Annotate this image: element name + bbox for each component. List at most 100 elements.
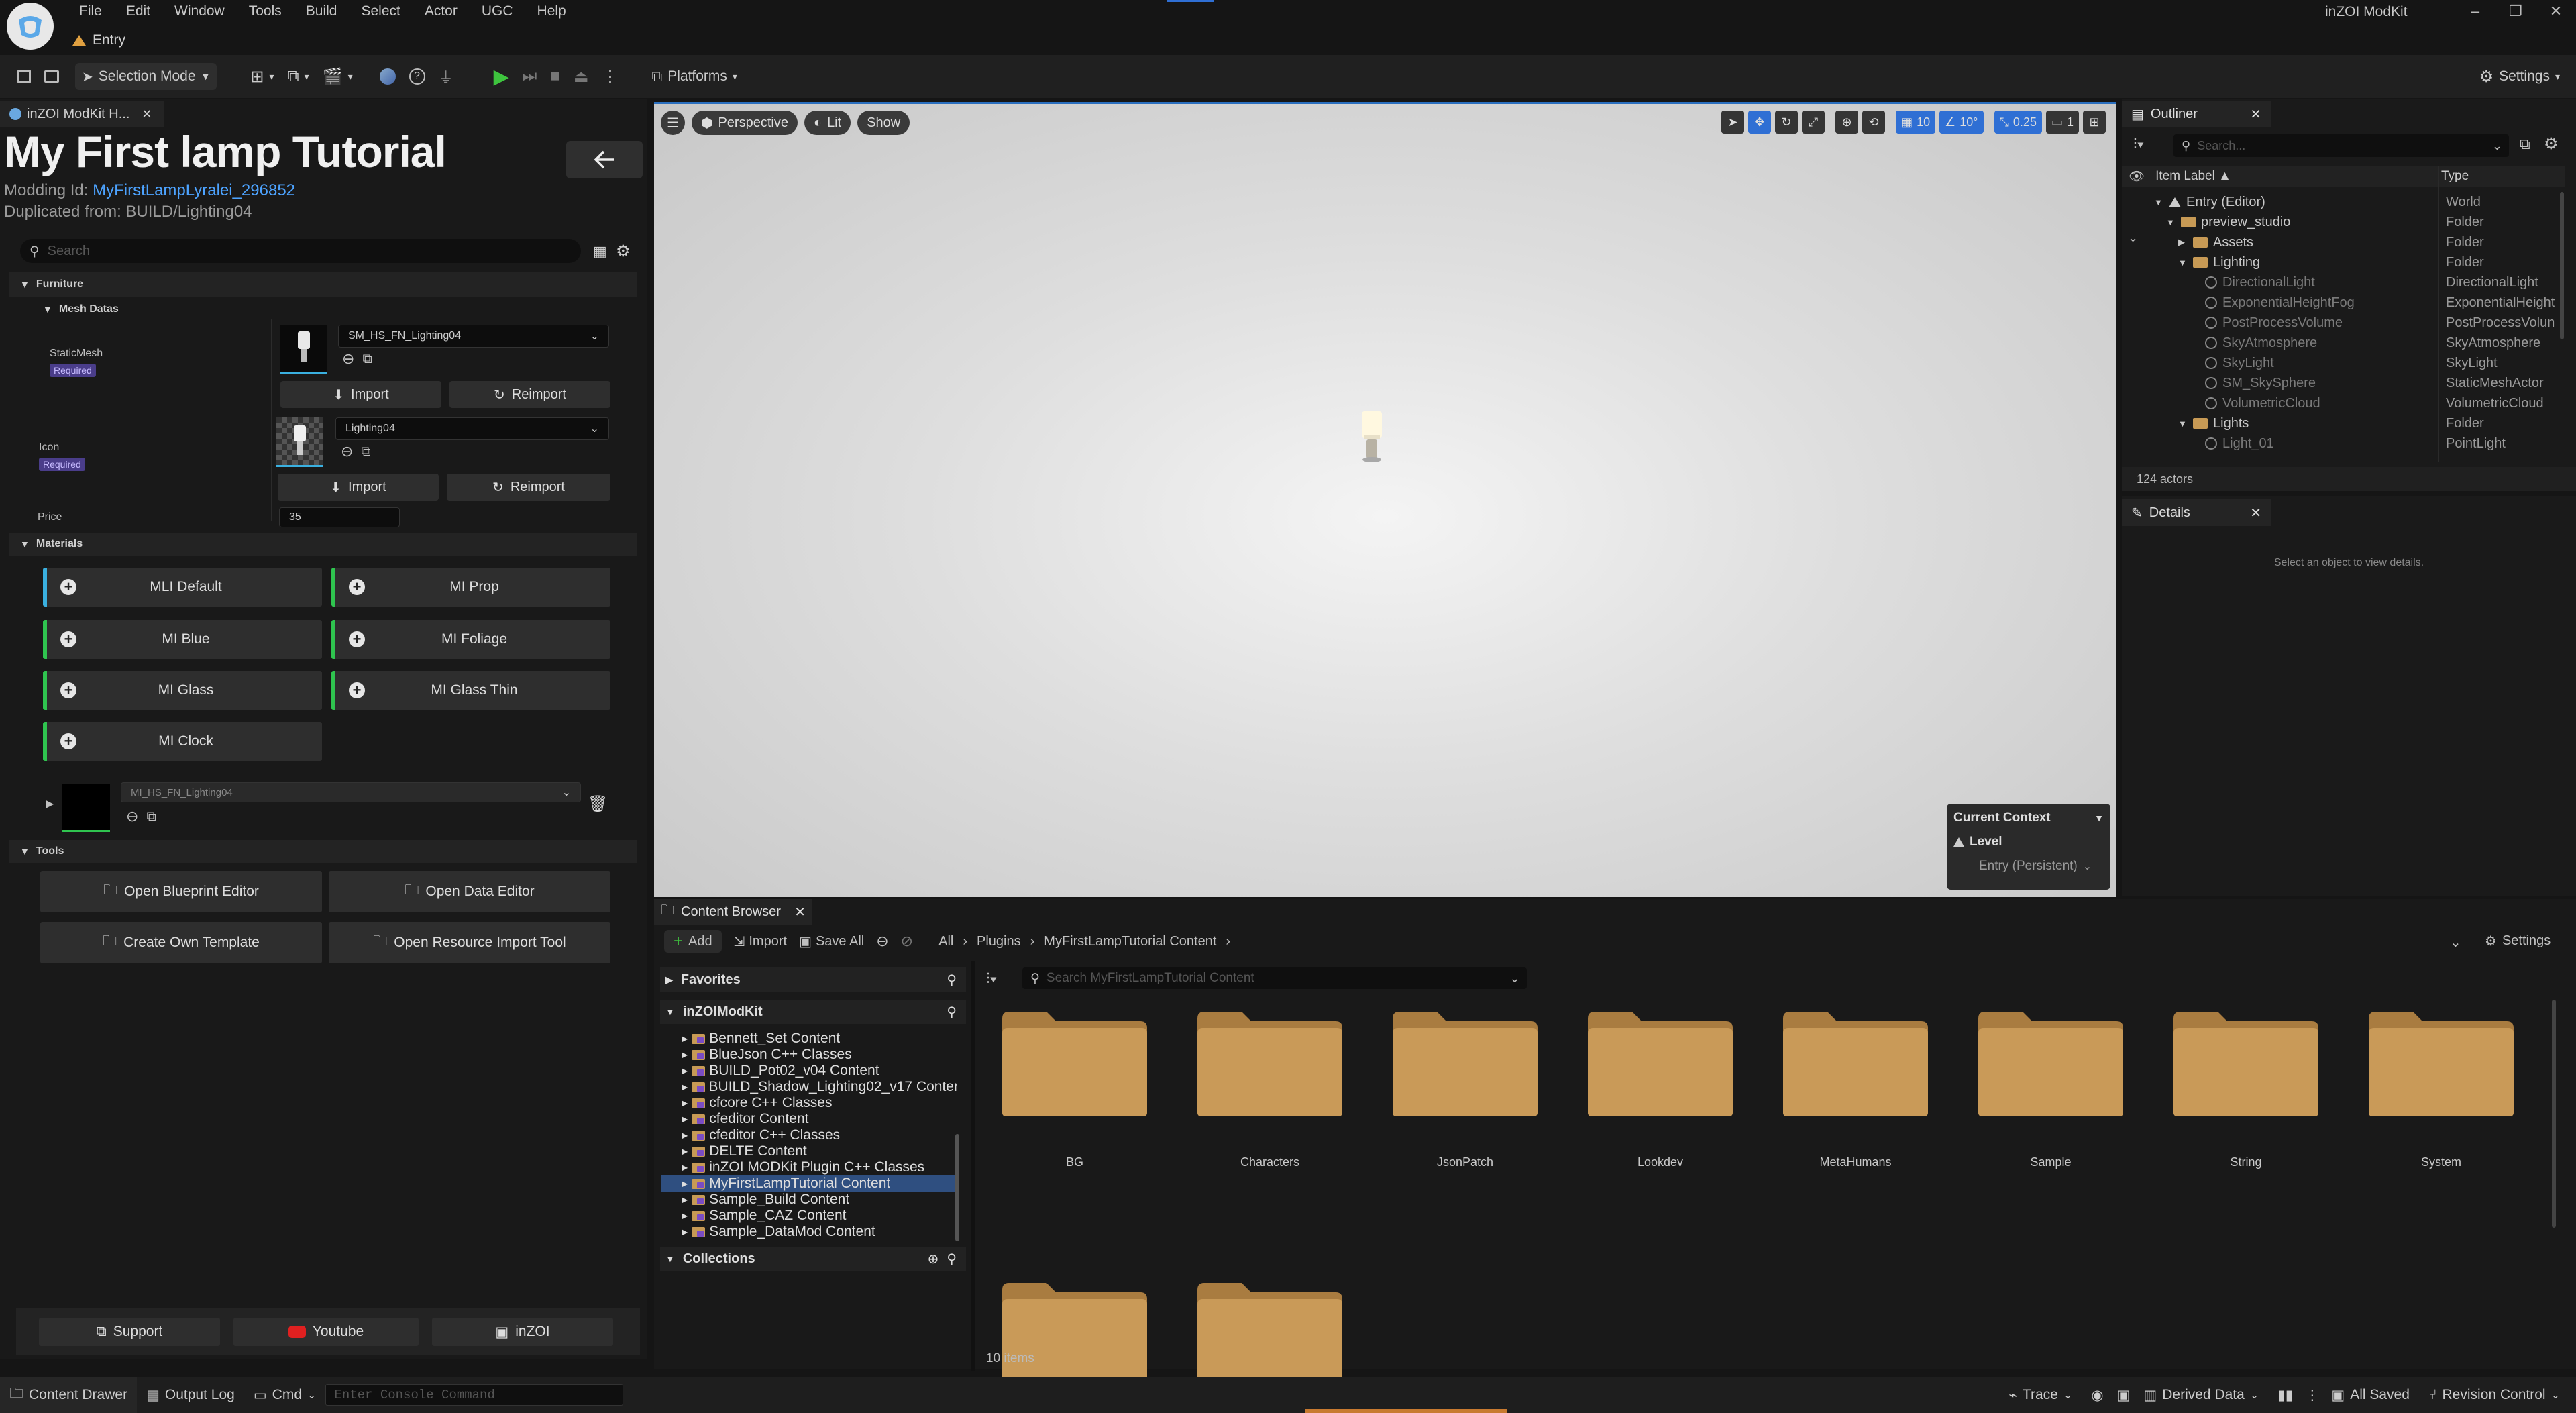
reimport-button[interactable]: ↻ Reimport bbox=[449, 381, 610, 408]
selection-mode-dropdown[interactable]: ➤ Selection Mode ▼ bbox=[75, 63, 217, 90]
close-button[interactable]: ✕ bbox=[2536, 1, 2576, 21]
details-search-input[interactable]: ⚲ Search bbox=[20, 239, 581, 263]
open-resource-import-tool-button[interactable]: 🗀 Open Resource Import Tool bbox=[329, 922, 610, 963]
gear-icon[interactable]: ⚙ bbox=[2544, 134, 2559, 154]
add-actor-icon[interactable]: ⊞ ▾ bbox=[244, 63, 280, 90]
stats-icon[interactable]: ▮▮ bbox=[2268, 1377, 2302, 1413]
filter-icon[interactable]: ⫶▾ bbox=[986, 970, 997, 988]
layout-icon[interactable]: ⊞ bbox=[2083, 111, 2106, 134]
col-type[interactable]: Type bbox=[2441, 169, 2469, 184]
menu-select[interactable]: Select bbox=[349, 1, 412, 21]
asset-grid-scrollbar[interactable] bbox=[2552, 1000, 2556, 1228]
menu-help[interactable]: Help bbox=[525, 1, 578, 21]
icon-combo[interactable]: Lighting04 ⌄ bbox=[335, 417, 609, 440]
mesh-datas-header[interactable]: ▼ Mesh Datas bbox=[43, 299, 119, 319]
search-icon[interactable]: ⚲ bbox=[947, 1004, 957, 1020]
furniture-section-header[interactable]: ▼ Furniture bbox=[9, 272, 637, 297]
screenshot-icon[interactable]: ▣ bbox=[2113, 1377, 2135, 1413]
outliner-scrollbar[interactable] bbox=[2560, 192, 2564, 339]
static-mesh-combo[interactable]: SM_HS_FN_Lighting04 ⌄ bbox=[338, 325, 609, 348]
content-tree-item[interactable]: ▶ cfeditor Content bbox=[682, 1111, 957, 1127]
history-back-icon[interactable]: ⊖ bbox=[876, 933, 888, 950]
content-tree-item[interactable]: ▶ inZOI MODKit Plugin C++ Classes bbox=[682, 1159, 957, 1175]
record-icon[interactable]: ◉ bbox=[2082, 1377, 2112, 1413]
revision-control-dropdown[interactable]: ⑂ Revision Control ⌄ bbox=[2419, 1377, 2569, 1413]
maximize-button[interactable]: ❐ bbox=[2496, 1, 2536, 21]
chevron-right-icon[interactable]: ▶ bbox=[682, 1082, 688, 1092]
translate-tool-icon[interactable]: ✥ bbox=[1748, 111, 1772, 134]
outliner-row[interactable]: PostProcessVolume PostProcessVolun bbox=[2122, 313, 2555, 333]
content-tree-item[interactable]: ▶ cfcore C++ Classes bbox=[682, 1095, 957, 1111]
outliner-row[interactable]: ExponentialHeightFog ExponentialHeight bbox=[2122, 293, 2555, 313]
material-button[interactable]: + MI Glass bbox=[43, 671, 322, 710]
camera-speed-button[interactable]: ▭ 1 bbox=[2045, 111, 2079, 134]
menu-build[interactable]: Build bbox=[294, 1, 350, 21]
breadcrumb-plugins[interactable]: Plugins bbox=[977, 934, 1021, 949]
material-button[interactable]: + MI Foliage bbox=[331, 620, 610, 659]
folder-tile[interactable]: Sample bbox=[1976, 1006, 2148, 1169]
outliner-row[interactable]: SM_SkySphere StaticMeshActor bbox=[2122, 373, 2551, 393]
stop-icon[interactable]: ■ bbox=[543, 63, 567, 90]
visibility-eye-icon[interactable]: 👁 bbox=[2129, 168, 2145, 185]
use-selected-icon[interactable]: ⊖ bbox=[341, 443, 353, 460]
outliner-row[interactable]: ▼ Lights Folder bbox=[2122, 413, 2551, 433]
content-browser-tab[interactable]: 🗀 Content Browser ✕ bbox=[654, 899, 812, 925]
outliner-row[interactable]: SkyAtmosphere SkyAtmosphere bbox=[2122, 333, 2551, 353]
folder-tile[interactable]: MetaHumans bbox=[1780, 1006, 1953, 1169]
outliner-row[interactable]: VolumetricCloud VolumetricCloud bbox=[2122, 393, 2551, 413]
menu-tools[interactable]: Tools bbox=[237, 1, 294, 21]
perspective-button[interactable]: ⬢ Perspective bbox=[692, 111, 798, 135]
grid-snap-button[interactable]: ▦ 10 bbox=[1896, 111, 1936, 134]
import-button[interactable]: ⇲ Import bbox=[734, 933, 787, 950]
reimport-button[interactable]: ↻ Reimport bbox=[447, 474, 610, 501]
viewport-menu-button[interactable]: ☰ bbox=[661, 111, 685, 135]
folder-tile[interactable]: Lookdev bbox=[1585, 1006, 1758, 1169]
import-button[interactable]: ⬇ Import bbox=[280, 381, 441, 408]
settings-button[interactable]: ⚙ Settings ▾ bbox=[2473, 63, 2567, 90]
outliner-row[interactable]: SkyLight SkyLight bbox=[2122, 353, 2551, 373]
lit-button[interactable]: ◐ Lit bbox=[804, 111, 851, 135]
chevron-right-icon[interactable]: ▶ bbox=[682, 1066, 688, 1076]
back-button[interactable] bbox=[566, 141, 643, 178]
modkit-tab[interactable]: inZOI ModKit H... ✕ bbox=[0, 101, 164, 127]
menu-ugc[interactable]: UGC bbox=[470, 1, 525, 21]
derived-data-dropdown[interactable]: ▥ Derived Data ⌄ bbox=[2134, 1377, 2268, 1413]
chevron-down-icon[interactable]: ▼ bbox=[2178, 419, 2188, 429]
chevron-right-icon[interactable]: ▶ bbox=[682, 1050, 688, 1059]
browse-asset-icon[interactable]: ⧉ bbox=[362, 352, 372, 367]
cinematics-icon[interactable]: 🎬 ▾ bbox=[316, 63, 360, 90]
scale-tool-icon[interactable]: ⤢ bbox=[1802, 111, 1825, 134]
outliner-row[interactable]: ▶ Assets Folder bbox=[2122, 232, 2551, 252]
outliner-row[interactable]: ▼ preview_studio Folder bbox=[2122, 212, 2551, 232]
scale-snap-button[interactable]: ⤡ 0.25 bbox=[1994, 111, 2042, 134]
content-tree-item[interactable]: ▶ BUILD_Shadow_Lighting02_v17 Content bbox=[682, 1079, 957, 1095]
support-button[interactable]: ⧉ Support bbox=[39, 1318, 220, 1346]
chevron-right-icon[interactable]: ▶ bbox=[2178, 237, 2188, 248]
context-level-dropdown[interactable]: Entry (Persistent) ⌄ bbox=[1979, 859, 2104, 874]
lamp-model[interactable] bbox=[1352, 406, 1392, 473]
folder-tile[interactable]: String bbox=[2171, 1006, 2343, 1169]
folder-tile[interactable]: BG bbox=[1000, 1006, 1172, 1169]
rotation-snap-button[interactable]: ∠ 10° bbox=[1939, 111, 1984, 134]
chevron-right-icon[interactable]: ▶ bbox=[682, 1131, 688, 1140]
col-item-label[interactable]: Item Label ▲ bbox=[2155, 169, 2231, 184]
close-tab-icon[interactable]: ✕ bbox=[794, 904, 806, 921]
close-tab-icon[interactable]: ✕ bbox=[2250, 505, 2261, 521]
material-thumbnail[interactable] bbox=[62, 784, 110, 832]
chevron-down-icon[interactable]: ▼ bbox=[2178, 258, 2188, 268]
create-own-template-button[interactable]: 🗀 Create Own Template bbox=[40, 922, 322, 963]
outliner-row[interactable]: Light_01 PointLight bbox=[2122, 433, 2551, 454]
level-tab[interactable]: Entry bbox=[72, 30, 125, 51]
level-viewport[interactable]: ☰ ⬢ Perspective ◐ Lit Show ➤ ✥ ↻ ⤢ ⊕ ⟲ ▦… bbox=[654, 102, 2116, 897]
content-tree-item[interactable]: ▶ Sample_Build Content bbox=[682, 1192, 957, 1208]
material-button[interactable]: + MI Clock bbox=[43, 722, 322, 761]
folder-tile[interactable] bbox=[1000, 1277, 1150, 1389]
asset-search-input[interactable]: ⚲ Search MyFirstLampTutorial Content ⌄ bbox=[1022, 967, 1527, 989]
chevron-right-icon[interactable]: ▶ bbox=[682, 1195, 688, 1204]
play-button[interactable]: ▶ bbox=[487, 63, 516, 90]
table-view-icon[interactable]: ▦ bbox=[593, 243, 607, 260]
static-mesh-thumbnail[interactable] bbox=[280, 325, 327, 374]
content-tree-item[interactable]: ▶ Sample_CAZ Content bbox=[682, 1208, 957, 1224]
price-input[interactable]: 35 bbox=[279, 507, 400, 527]
favorites-header[interactable]: ▶ Favorites ⚲ bbox=[660, 967, 966, 992]
